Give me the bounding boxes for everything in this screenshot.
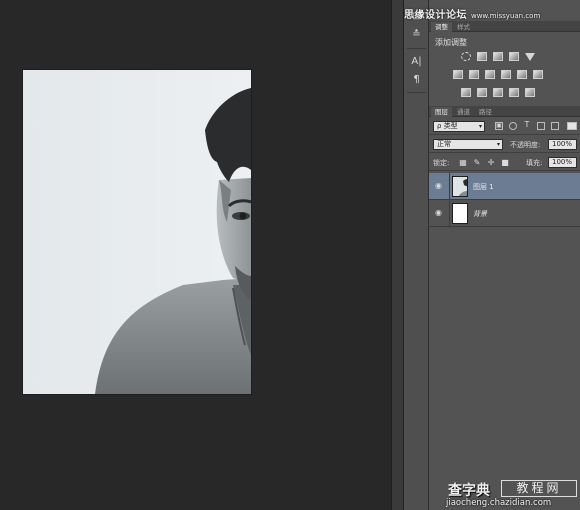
layer-thumbnail [452,203,468,224]
filter-toggle-icon[interactable] [567,122,577,130]
lock-fill-row: 锁定: ▦ ✎ ✛ ■ 填充: 100% [429,155,580,171]
levels-icon[interactable] [477,52,487,61]
tab-styles[interactable]: 样式 [453,22,474,32]
panel-dock-strip: ⊟ ≛ A| ¶ [404,0,429,510]
color-balance-icon[interactable] [469,70,479,79]
watermark-site-url: jiaocheng.chazidian.com [446,498,552,508]
selective-color-icon[interactable] [509,88,519,97]
watermark-brand: 查字典 [448,483,490,499]
fill-value: 100% [552,158,573,166]
channel-mixer-icon[interactable] [517,70,527,79]
brush-presets-icon[interactable]: ≛ [408,28,425,42]
eye-icon[interactable]: ◉ [435,182,445,190]
posterize-icon[interactable] [477,88,487,97]
curves-icon[interactable] [493,52,503,61]
watermark-url: www.missyuan.com [470,12,541,20]
lock-move-icon[interactable]: ✛ [487,159,495,167]
filter-smart-object-icon[interactable] [551,122,559,130]
watermark-top: 思缘设计论坛 www.missyuan.com [404,6,580,21]
filter-pixel-icon[interactable]: ▣ [495,122,503,130]
layers-panel-header: 图层 通道 路径 [429,106,580,117]
visibility-column-divider [449,173,450,200]
filter-kind-value: 类型 [443,122,458,130]
portrait-thumbnail-icon [453,177,467,196]
right-panels: 调整 样式 添加调整 图层 通道 路径 ρ 类型 ▾ ▣ T 正常 ▾ 不透明度… [429,0,580,510]
watermark-bottom: 查字典 教程网 jiaocheng.chazidian.com [443,477,580,510]
watermark-box: 教程网 [501,480,577,497]
chevron-down-icon: ▾ [478,123,482,130]
adjustments-title: 添加调整 [435,38,467,47]
filter-adjustment-icon[interactable] [509,122,517,130]
paragraph-icon[interactable]: ¶ [408,73,425,87]
chevron-down-icon: ▾ [496,141,500,148]
filter-type-icon[interactable]: T [523,121,531,130]
opacity-input[interactable]: 100% [548,139,577,150]
gradient-map-icon[interactable] [525,88,535,97]
brightness-contrast-icon[interactable] [461,52,471,61]
black-white-icon[interactable] [485,70,495,79]
lock-transparency-icon[interactable]: ▦ [459,159,467,167]
layer-row[interactable]: ◉ 背景 [429,200,580,227]
filter-shape-icon[interactable] [537,122,545,130]
strip-divider [407,92,426,93]
canvas-workspace[interactable] [0,0,391,510]
exposure-icon[interactable] [509,52,519,61]
panel-collapse-bar[interactable] [391,0,404,510]
color-lookup-icon[interactable] [533,70,543,79]
lock-label: 锁定: [433,159,450,167]
blend-mode-select[interactable]: 正常 ▾ [433,139,503,150]
tab-paths[interactable]: 路径 [475,107,496,117]
layer-filter-row: ρ 类型 ▾ ▣ T [429,119,580,135]
layer-name[interactable]: 图层 1 [473,182,494,192]
eye-icon[interactable]: ◉ [435,209,445,217]
opacity-value: 100% [552,140,573,148]
portrait-photo [23,70,251,394]
opacity-label: 不透明度: [510,141,541,149]
invert-icon[interactable] [461,88,471,97]
layer-thumbnail [452,176,468,197]
lock-all-icon[interactable]: ■ [501,159,509,167]
photo-filter-icon[interactable] [501,70,511,79]
blend-opacity-row: 正常 ▾ 不透明度: 100% [429,137,580,153]
filter-kind-select[interactable]: ρ 类型 ▾ [433,121,485,132]
tab-channels[interactable]: 通道 [453,107,474,117]
strip-divider [407,48,426,49]
document-canvas[interactable] [23,70,251,394]
visibility-column-divider [449,200,450,227]
layer-row[interactable]: ◉ 图层 1 [429,173,580,200]
fill-label: 填充: [526,159,543,167]
tab-layers[interactable]: 图层 [431,107,452,117]
hue-saturation-icon[interactable] [453,70,463,79]
threshold-icon[interactable] [493,88,503,97]
character-icon[interactable]: A| [408,55,425,69]
tab-adjustments[interactable]: 调整 [431,22,452,32]
watermark-cn: 思缘设计论坛 [404,10,467,21]
search-icon: ρ [437,122,442,130]
adjustments-panel-header: 调整 样式 [429,21,580,32]
vibrance-icon[interactable] [525,53,535,61]
layer-name[interactable]: 背景 [473,209,487,219]
blend-mode-value: 正常 [437,140,451,148]
lock-brush-icon[interactable]: ✎ [473,159,481,167]
fill-input[interactable]: 100% [548,157,577,168]
